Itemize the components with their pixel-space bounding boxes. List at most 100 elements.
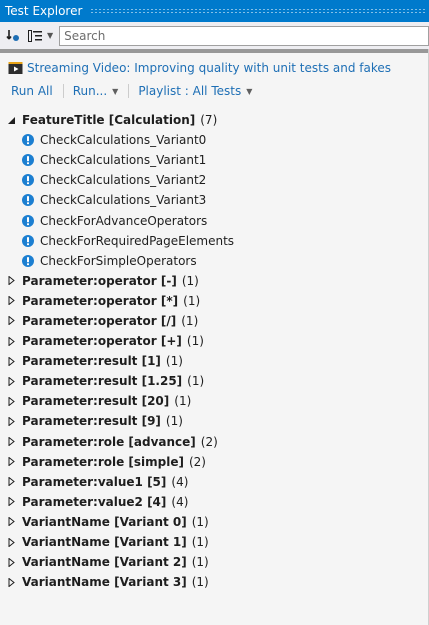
test-row[interactable]: CheckForSimpleOperators — [0, 251, 429, 271]
list-filter-icon — [28, 29, 42, 42]
tree-group-row[interactable]: Parameter:value1 [5] (4) — [0, 472, 429, 492]
not-run-icon — [22, 234, 40, 247]
collapsed-arrow-icon[interactable] — [7, 517, 22, 527]
test-row[interactable]: CheckCalculations_Variant1 — [0, 150, 429, 170]
tree-group-row[interactable]: Parameter:role [advance] (2) — [0, 432, 429, 452]
playlist-button[interactable]: Playlist : All Tests — [138, 84, 241, 98]
collapsed-arrow-icon[interactable] — [7, 457, 22, 467]
group-name: Parameter:result [1.25] — [22, 374, 183, 389]
group-count: (2) — [200, 434, 218, 449]
tree-group-row[interactable]: Parameter:operator [+] (1) — [0, 331, 429, 351]
expanded-arrow-icon[interactable] — [7, 116, 22, 125]
divider — [128, 84, 130, 98]
test-name: CheckCalculations_Variant1 — [40, 153, 207, 168]
collapsed-arrow-icon[interactable] — [7, 416, 22, 426]
test-name: CheckCalculations_Variant2 — [40, 173, 207, 188]
group-name: Parameter:result [20] — [22, 394, 170, 409]
test-row[interactable]: CheckForRequiredPageElements — [0, 231, 429, 251]
test-row[interactable]: CheckCalculations_Variant3 — [0, 190, 429, 210]
run-all-button[interactable]: Run All — [11, 84, 53, 98]
toolbar: ▼ — [0, 22, 429, 49]
collapsed-arrow-icon[interactable] — [7, 376, 22, 386]
collapsed-arrow-icon[interactable] — [7, 437, 22, 447]
tree-group-row[interactable]: Parameter:result [9] (1) — [0, 411, 429, 431]
test-name: CheckForAdvanceOperators — [40, 213, 208, 228]
group-count: (4) — [171, 494, 189, 509]
collapsed-arrow-icon[interactable] — [7, 477, 22, 487]
collapsed-arrow-icon[interactable] — [7, 336, 22, 346]
tree-group-row[interactable]: Parameter:operator [-] (1) — [0, 271, 429, 291]
tree-group-row[interactable]: Parameter:result [1.25] (1) — [0, 371, 429, 391]
collapsed-arrow-icon[interactable] — [7, 577, 22, 587]
group-count: (7) — [200, 113, 218, 128]
streaming-video-link[interactable]: Streaming Video: Improving quality with … — [27, 61, 391, 75]
test-name: CheckForRequiredPageElements — [40, 233, 235, 248]
tree-group-row[interactable]: Parameter:value2 [4] (4) — [0, 492, 429, 512]
chevron-down-icon[interactable]: ▼ — [112, 87, 118, 96]
not-run-icon — [22, 214, 40, 227]
not-run-icon — [22, 254, 40, 267]
group-by-icon — [6, 29, 19, 41]
group-name: Parameter:operator [-] — [22, 273, 177, 288]
search-input[interactable] — [59, 25, 429, 46]
not-run-icon — [22, 134, 40, 147]
tree-group-row[interactable]: VariantName [Variant 3] (1) — [0, 572, 429, 592]
group-count: (1) — [181, 313, 199, 328]
chevron-down-icon[interactable]: ▼ — [246, 87, 252, 96]
group-name: Parameter:role [advance] — [22, 434, 196, 449]
group-name: Parameter:value1 [5] — [22, 474, 167, 489]
group-count: (1) — [191, 575, 209, 590]
group-name: FeatureTitle [Calculation] — [22, 113, 196, 128]
collapsed-arrow-icon[interactable] — [7, 316, 22, 326]
group-name: Parameter:operator [/] — [22, 313, 177, 328]
group-count: (1) — [191, 514, 209, 529]
test-row[interactable]: CheckCalculations_Variant0 — [0, 130, 429, 150]
divider — [62, 84, 64, 98]
run-button[interactable]: Run... — [73, 84, 107, 98]
group-name: Parameter:result [1] — [22, 354, 161, 369]
group-name: Parameter:value2 [4] — [22, 494, 167, 509]
video-row: Streaming Video: Improving quality with … — [0, 53, 429, 79]
tree-group-row[interactable]: Parameter:result [20] (1) — [0, 391, 429, 411]
group-by-button[interactable] — [6, 26, 20, 46]
tree-group-row[interactable]: VariantName [Variant 2] (1) — [0, 552, 429, 572]
window-title: Test Explorer — [5, 4, 83, 18]
tree-group-row[interactable]: Parameter:result [1] (1) — [0, 351, 429, 371]
test-row[interactable]: CheckCalculations_Variant2 — [0, 170, 429, 190]
group-count: (1) — [191, 555, 209, 570]
group-count: (1) — [174, 394, 192, 409]
not-run-icon — [22, 194, 40, 207]
group-count: (1) — [183, 293, 201, 308]
group-name: VariantName [Variant 2] — [22, 555, 187, 570]
group-count: (2) — [188, 454, 206, 469]
group-name: VariantName [Variant 0] — [22, 514, 187, 529]
group-name: Parameter:operator [*] — [22, 293, 179, 308]
collapsed-arrow-icon[interactable] — [7, 557, 22, 567]
collapsed-arrow-icon[interactable] — [7, 537, 22, 547]
group-count: (1) — [181, 273, 199, 288]
filter-dropdown-button[interactable]: ▼ — [28, 26, 53, 46]
collapsed-arrow-icon[interactable] — [7, 497, 22, 507]
test-name: CheckCalculations_Variant3 — [40, 193, 207, 208]
chevron-down-icon: ▼ — [47, 31, 54, 40]
not-run-icon — [22, 154, 40, 167]
collapsed-arrow-icon[interactable] — [7, 356, 22, 366]
tree-group-row[interactable]: Parameter:operator [*] (1) — [0, 291, 429, 311]
collapsed-arrow-icon[interactable] — [7, 276, 22, 286]
tree-group-row[interactable]: VariantName [Variant 1] (1) — [0, 532, 429, 552]
title-grip[interactable] — [90, 8, 425, 14]
action-bar: Run All Run... ▼ Playlist : All Tests ▼ — [0, 79, 429, 103]
tree-group-row[interactable]: FeatureTitle [Calculation] (7) — [0, 110, 429, 130]
collapsed-arrow-icon[interactable] — [7, 296, 22, 306]
test-name: CheckCalculations_Variant0 — [40, 133, 207, 148]
group-name: Parameter:role [simple] — [22, 454, 184, 469]
video-icon — [8, 61, 23, 74]
tree-group-row[interactable]: Parameter:role [simple] (2) — [0, 452, 429, 472]
test-row[interactable]: CheckForAdvanceOperators — [0, 210, 429, 230]
group-name: Parameter:result [9] — [22, 414, 161, 429]
group-count: (1) — [165, 354, 183, 369]
tree-group-row[interactable]: Parameter:operator [/] (1) — [0, 311, 429, 331]
collapsed-arrow-icon[interactable] — [7, 396, 22, 406]
group-count: (1) — [186, 334, 204, 349]
tree-group-row[interactable]: VariantName [Variant 0] (1) — [0, 512, 429, 532]
